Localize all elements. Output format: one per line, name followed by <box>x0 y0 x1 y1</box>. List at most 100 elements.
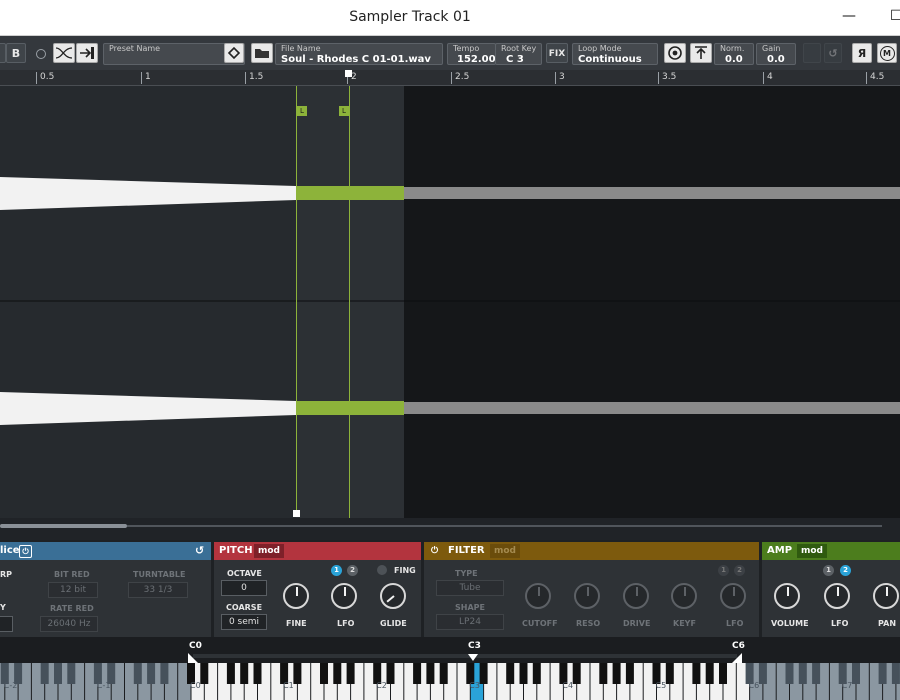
gain-field[interactable]: Gain 0.0 <box>756 43 796 65</box>
fingered-toggle[interactable] <box>377 565 387 575</box>
black-key[interactable] <box>625 663 634 684</box>
coarse-field[interactable]: 0 semi <box>221 614 267 630</box>
loop-end-marker[interactable]: L <box>339 106 349 116</box>
black-key[interactable] <box>439 663 448 684</box>
black-key[interactable] <box>240 663 249 684</box>
snap-button[interactable] <box>76 43 98 63</box>
amp-lfo-2-badge[interactable]: 2 <box>840 565 851 576</box>
filter-lfo-1-badge[interactable]: 1 <box>718 565 729 576</box>
record-indicator-icon[interactable] <box>36 49 46 59</box>
waveform-editor[interactable]: L L <box>0 86 900 518</box>
black-key[interactable] <box>54 663 62 684</box>
filter-lfo-knob[interactable] <box>720 583 746 609</box>
maximize-button[interactable]: ☐ <box>890 8 900 24</box>
bit-red-dropdown[interactable]: 12 bit <box>48 582 98 598</box>
black-key[interactable] <box>67 663 76 684</box>
root-key-field[interactable]: Root Key C 3 <box>495 43 542 65</box>
cutoff-knob[interactable] <box>525 583 551 609</box>
black-key[interactable] <box>852 663 860 684</box>
black-key[interactable] <box>200 663 209 684</box>
pitch-lfo-knob[interactable] <box>331 583 357 609</box>
pitch-mod-button[interactable]: mod <box>254 544 285 558</box>
black-key[interactable] <box>346 663 355 684</box>
b-button[interactable]: B <box>6 43 26 63</box>
amp-lfo-1-badge[interactable]: 1 <box>823 565 834 576</box>
black-key[interactable] <box>599 663 608 684</box>
black-key[interactable] <box>532 663 541 684</box>
loop-start-marker[interactable]: L <box>297 106 307 116</box>
octave-field[interactable]: 0 <box>221 580 267 596</box>
range-low-handle[interactable] <box>188 653 198 663</box>
black-key[interactable] <box>133 663 142 684</box>
open-file-button[interactable] <box>251 43 273 63</box>
preset-save-button[interactable] <box>224 43 244 63</box>
scrollbar-thumb[interactable] <box>0 524 127 528</box>
filter-mod-button[interactable]: mod <box>490 544 521 558</box>
m-button[interactable]: M <box>877 43 897 63</box>
filter-power-icon[interactable]: ⏻ <box>431 542 438 560</box>
pan-knob[interactable] <box>873 583 899 609</box>
reset-icon[interactable]: ↺ <box>195 542 204 560</box>
black-key[interactable] <box>293 663 302 684</box>
range-high-handle[interactable] <box>732 653 742 663</box>
norm-field[interactable]: Norm. 0.0 <box>714 43 754 65</box>
black-key[interactable] <box>878 663 887 684</box>
black-key[interactable] <box>705 663 714 684</box>
black-key[interactable] <box>612 663 621 684</box>
pitch-lfo-2-badge[interactable]: 2 <box>347 565 358 576</box>
filter-shape-dropdown[interactable]: LP24 <box>436 614 504 630</box>
keyf-knob[interactable] <box>671 583 697 609</box>
undo-icon[interactable]: ↺ <box>824 43 842 63</box>
black-key[interactable] <box>572 663 581 684</box>
black-key[interactable] <box>798 663 807 684</box>
black-key[interactable] <box>40 663 49 684</box>
piano-keyboard[interactable] <box>0 663 900 700</box>
one-shot-button[interactable] <box>664 43 686 63</box>
black-key[interactable] <box>160 663 169 684</box>
black-key[interactable] <box>386 663 395 684</box>
loop-start-handle-bottom[interactable] <box>293 510 300 517</box>
file-name-field[interactable]: File Name Soul - Rhodes C 01-01.wav <box>275 43 443 65</box>
black-key[interactable] <box>719 663 727 684</box>
loop-mode-dropdown[interactable]: Loop Mode Continuous <box>572 43 658 65</box>
black-key[interactable] <box>147 663 156 684</box>
black-key[interactable] <box>413 663 422 684</box>
horizontal-scrollbar[interactable] <box>0 518 900 540</box>
black-key[interactable] <box>665 663 674 684</box>
black-key[interactable] <box>426 663 435 684</box>
fine-knob[interactable] <box>283 583 309 609</box>
mode-dropdown[interactable] <box>0 616 13 632</box>
normalize-button[interactable] <box>690 43 712 63</box>
turntable-dropdown[interactable]: 33 1/3 <box>128 582 188 598</box>
black-key[interactable] <box>692 663 701 684</box>
black-key[interactable] <box>226 663 235 684</box>
black-key[interactable] <box>320 663 328 684</box>
crossfade-curve-button[interactable] <box>53 43 75 63</box>
black-key[interactable] <box>333 663 342 684</box>
reso-knob[interactable] <box>574 583 600 609</box>
reverse-button[interactable]: Я <box>852 43 872 63</box>
loop-end-handle-top[interactable] <box>345 70 352 77</box>
black-key[interactable] <box>519 663 528 684</box>
drive-knob[interactable] <box>623 583 649 609</box>
power-icon[interactable]: ⏻ <box>19 545 32 558</box>
amp-lfo-knob[interactable] <box>824 583 850 609</box>
black-key[interactable] <box>506 663 515 684</box>
black-key[interactable] <box>479 663 488 684</box>
scrollbar-track[interactable] <box>127 525 882 527</box>
timeline-ruler[interactable]: 0.5 1 1.5 2 2.5 3 3.5 4 4.5 <box>0 70 900 86</box>
volume-knob[interactable] <box>774 583 800 609</box>
root-key-handle[interactable] <box>468 654 478 661</box>
minimize-button[interactable]: — <box>842 8 856 24</box>
black-key[interactable] <box>758 663 767 684</box>
black-key[interactable] <box>785 663 794 684</box>
black-key[interactable] <box>891 663 900 684</box>
fix-button[interactable]: FIX <box>546 43 568 63</box>
filter-type-dropdown[interactable]: Tube <box>436 580 504 596</box>
rate-red-field[interactable]: 26040 Hz <box>40 616 98 632</box>
glide-knob[interactable] <box>380 583 406 609</box>
tempo-field[interactable]: Tempo 152.00 <box>447 43 496 65</box>
black-key[interactable] <box>812 663 821 684</box>
pitch-lfo-1-badge[interactable]: 1 <box>331 565 342 576</box>
amp-mod-button[interactable]: mod <box>797 544 828 558</box>
